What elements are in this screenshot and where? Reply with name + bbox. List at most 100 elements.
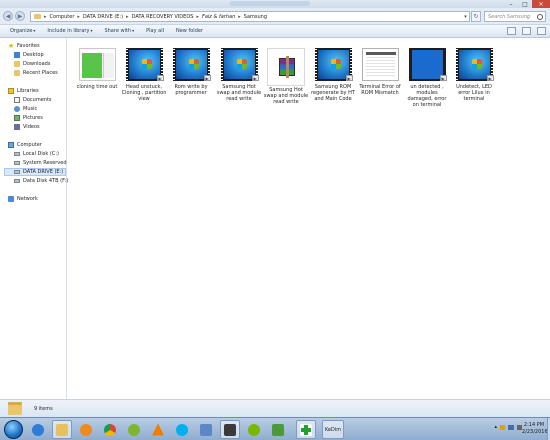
file-item[interactable]: cloning time out [74, 48, 120, 90]
window-controls: – □ ✕ [504, 0, 550, 8]
command-bar: Organize▾ Include in library▾ Share with… [0, 25, 550, 38]
nav-computer[interactable]: Computer [8, 141, 42, 149]
help-icon[interactable] [537, 27, 546, 35]
nav-local-disk-c[interactable]: Local Disk (C:) [14, 150, 59, 158]
breadcrumb-computer[interactable]: Computer [50, 14, 75, 20]
breadcrumb-separator[interactable]: ▸ [44, 14, 47, 20]
nav-videos[interactable]: Videos [14, 123, 40, 131]
drive-icon [14, 170, 20, 174]
play-icon: ▶ [156, 75, 164, 81]
internet-explorer-icon[interactable] [28, 420, 48, 439]
file-name: Rom write by programmer [174, 84, 208, 96]
breadcrumb-separator[interactable]: ▸ [77, 14, 80, 20]
start-button[interactable] [4, 420, 23, 439]
new-folder-button[interactable]: New folder [170, 28, 209, 34]
kedim-app[interactable]: KeDim [322, 420, 344, 439]
nav-label: Libraries [17, 88, 39, 94]
address-dropdown-button[interactable]: ▾ [462, 11, 470, 22]
play-all-button[interactable]: Play all [140, 28, 170, 34]
nav-pictures[interactable]: Pictures [14, 114, 43, 122]
nav-network[interactable]: Network [8, 195, 38, 203]
chrome-icon[interactable] [100, 420, 120, 439]
file-item[interactable]: ▶ Samsung ROM regenerate by HT and Main … [310, 48, 356, 102]
network-icon[interactable] [508, 424, 514, 430]
include-in-library-button[interactable]: Include in library▾ [41, 28, 98, 34]
sketchup-icon[interactable] [124, 420, 144, 439]
include-in-library-label: Include in library [47, 28, 90, 34]
file-item[interactable]: Samsung Hot swap and module read write [263, 48, 309, 105]
file-explorer-icon[interactable] [52, 420, 72, 439]
downloader-icon[interactable] [268, 420, 288, 439]
breadcrumb-separator[interactable]: ▸ [238, 14, 241, 20]
breadcrumb-samsung[interactable]: Samsung [244, 14, 267, 20]
nav-label: Documents [23, 97, 52, 103]
organize-button[interactable]: Organize▾ [4, 28, 41, 34]
navigation-pane: ★ Favorites Desktop Downloads Recent Plac… [0, 38, 78, 399]
view-controls [507, 27, 546, 35]
nav-music[interactable]: Music [14, 105, 37, 113]
vlc-icon[interactable] [148, 420, 168, 439]
preview-pane-icon[interactable] [522, 27, 531, 35]
file-item[interactable]: ▶ Rom write by programmer [168, 48, 214, 96]
chevron-down-icon: ▾ [33, 28, 36, 33]
nav-favorites[interactable]: ★ Favorites [8, 42, 40, 50]
file-name: Terminal Error of ROM Mismatch [359, 84, 401, 96]
forward-button[interactable]: ▶ [15, 11, 25, 21]
file-item[interactable]: ▶ Head unstuck, Cloning , partition view [121, 48, 167, 102]
play-icon: ▶ [439, 75, 447, 81]
nav-desktop[interactable]: Desktop [14, 51, 44, 59]
file-item[interactable]: ▶ Undetect, LED error Lilux in terminal [451, 48, 497, 102]
play-icon: ▶ [203, 75, 211, 81]
file-item[interactable]: Terminal Error of ROM Mismatch [357, 48, 403, 96]
nav-downloads[interactable]: Downloads [14, 60, 50, 68]
file-item[interactable]: ▶ Samsung Hot swap and module read write [216, 48, 262, 102]
title-bar: – □ ✕ [0, 0, 550, 8]
share-with-button[interactable]: Share with▾ [98, 28, 140, 34]
green-plus-icon[interactable] [296, 420, 316, 439]
breadcrumb-separator[interactable]: ▸ [126, 14, 129, 20]
kedim-label: KeDim [324, 426, 342, 433]
back-button[interactable]: ◀ [3, 11, 13, 21]
change-view-icon[interactable] [507, 27, 516, 35]
address-bar[interactable]: ▸ Computer ▸ DATA DRIVE (E:) ▸ DATA RECO… [30, 11, 470, 22]
file-view: cloning time out ▶ Head unstuck, Cloning… [68, 38, 550, 399]
search-icon[interactable] [537, 14, 543, 20]
search-input[interactable]: Search Samsung [484, 11, 546, 22]
refresh-button[interactable]: ↻ [471, 11, 481, 22]
nav-data-drive-e[interactable]: DATA DRIVE (E:) [4, 168, 66, 176]
window-title-placeholder [230, 1, 310, 6]
breadcrumb-data-drive[interactable]: DATA DRIVE (E:) [83, 14, 123, 20]
breadcrumb-faiz-farhan[interactable]: Faiz & farhan [202, 14, 235, 20]
breadcrumb-separator[interactable]: ▸ [196, 14, 199, 20]
clock[interactable]: 2:14 PM 2/23/2016 [522, 422, 548, 436]
drive-icon [14, 152, 20, 156]
utorrent-icon[interactable] [244, 420, 264, 439]
nav-label: Favorites [17, 43, 40, 49]
nav-label: DATA DRIVE (E:) [23, 169, 64, 175]
chevron-up-icon[interactable]: ▴ [494, 424, 497, 430]
recent-places-icon [14, 70, 20, 76]
maximize-button[interactable]: □ [518, 0, 532, 8]
downloads-folder-icon [14, 61, 20, 67]
chevron-down-icon: ▾ [132, 28, 135, 33]
media-player-icon[interactable] [76, 420, 96, 439]
file-item[interactable]: ▶ un detected , modules damaged, error o… [404, 48, 450, 108]
close-button[interactable]: ✕ [532, 0, 550, 8]
nav-data-disk-f[interactable]: Data Disk 4TB (F:) [14, 177, 68, 185]
flag-icon[interactable] [500, 424, 505, 430]
nav-label: Pictures [23, 115, 43, 121]
breadcrumb-data-recovery-videos[interactable]: DATA RECOVERY VIDEOS [132, 14, 194, 20]
printer-icon[interactable] [196, 420, 216, 439]
organize-label: Organize [10, 28, 33, 34]
skype-icon[interactable] [172, 420, 192, 439]
folder-icon [34, 14, 41, 19]
nav-libraries[interactable]: Libraries [8, 87, 39, 95]
nav-documents[interactable]: Documents [14, 96, 52, 104]
file-name: cloning time out [76, 84, 118, 90]
clock-date: 2/23/2016 [522, 429, 548, 435]
minimize-button[interactable]: – [504, 0, 518, 8]
pictures-icon [14, 115, 20, 121]
nav-recent-places[interactable]: Recent Places [14, 69, 58, 77]
video-thumbnail: ▶ [314, 48, 353, 81]
xvideo-icon[interactable] [220, 420, 240, 439]
